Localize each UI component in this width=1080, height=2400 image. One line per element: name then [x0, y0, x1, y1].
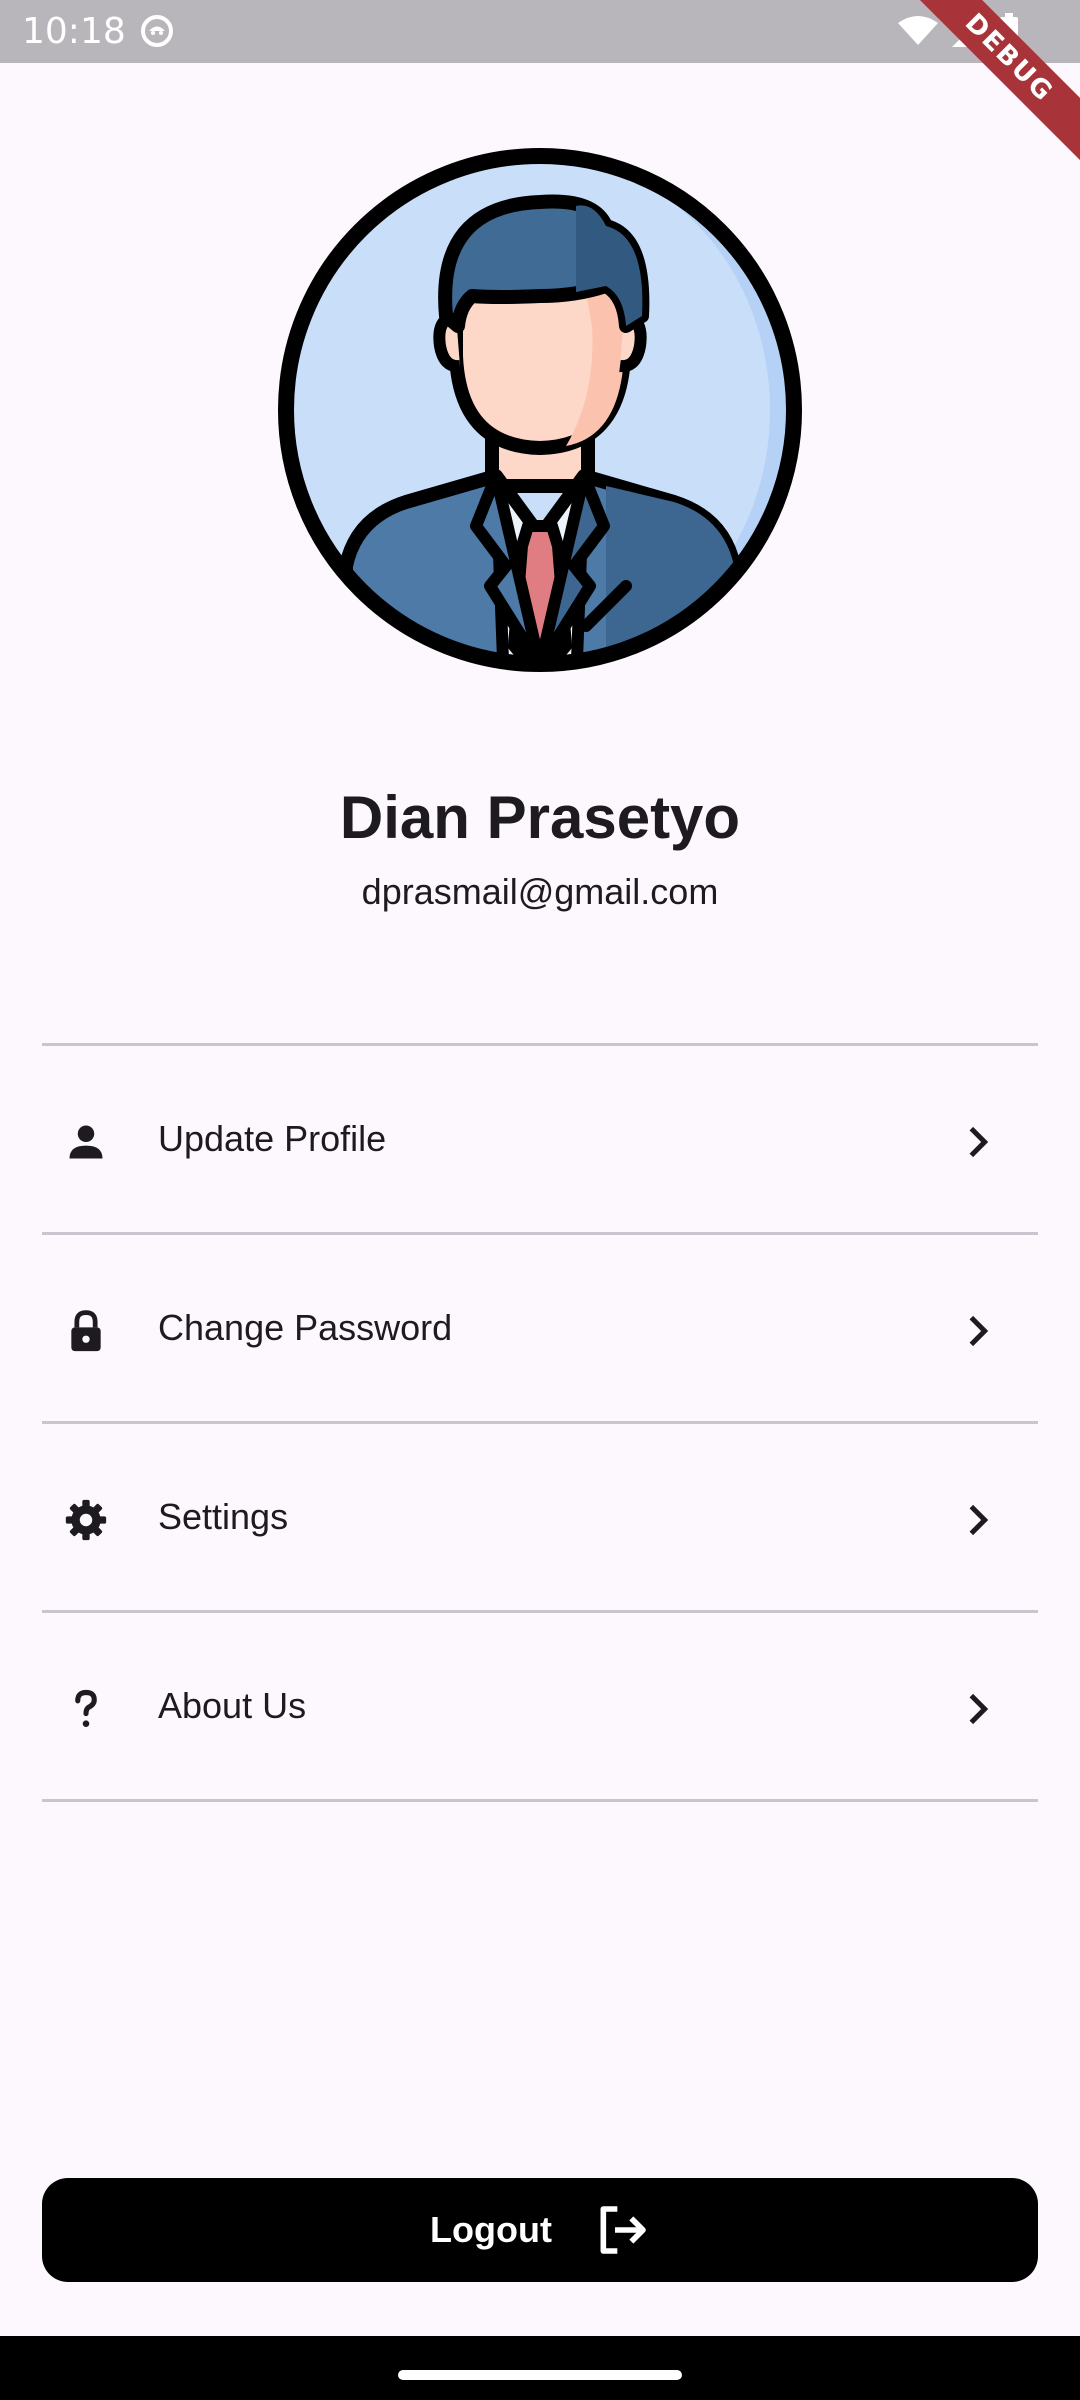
chevron-right-icon: [969, 1126, 989, 1158]
menu-item-change-password[interactable]: Change Password: [42, 1235, 1038, 1421]
status-bar: 10:18: [0, 0, 1080, 63]
profile-name: Dian Prasetyo: [339, 784, 741, 851]
gear-icon: [65, 1499, 107, 1541]
home-gesture-handle[interactable]: [398, 2370, 682, 2380]
status-time: 10:18: [22, 11, 126, 52]
menu-item-settings[interactable]: Settings: [42, 1424, 1038, 1610]
system-navigation-bar: [0, 2336, 1080, 2400]
question-mark-icon: [75, 1689, 97, 1727]
profile-menu: Update Profile Change Password Settings …: [42, 1043, 1038, 1802]
menu-item-about-us[interactable]: About Us: [42, 1613, 1038, 1799]
menu-item-update-profile[interactable]: Update Profile: [42, 1046, 1038, 1232]
logout-button[interactable]: Logout: [42, 2178, 1038, 2282]
menu-divider: [42, 1799, 1038, 1802]
menu-item-label: Change Password: [158, 1307, 453, 1348]
logout-icon: [600, 2206, 646, 2254]
app-notification-icon: [141, 15, 173, 47]
profile-email: dprasmail@gmail.com: [361, 871, 719, 912]
wifi-icon: [898, 16, 938, 45]
logout-label: Logout: [430, 2209, 552, 2250]
chevron-right-icon: [969, 1504, 989, 1536]
businessman-avatar-icon: [278, 148, 802, 672]
menu-item-label: Update Profile: [158, 1118, 387, 1159]
lock-icon: [71, 1310, 101, 1352]
menu-item-label: Settings: [158, 1496, 289, 1537]
person-icon: [69, 1125, 103, 1159]
menu-item-label: About Us: [158, 1685, 307, 1726]
chevron-right-icon: [969, 1315, 989, 1347]
chevron-right-icon: [969, 1693, 989, 1725]
